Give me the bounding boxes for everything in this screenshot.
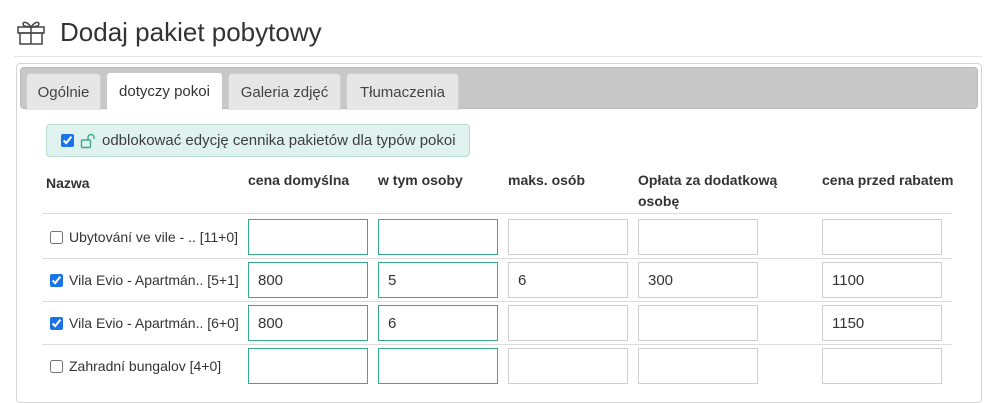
table-divider xyxy=(42,213,952,214)
tab-general[interactable]: Ogólnie xyxy=(26,73,101,110)
default-price-input[interactable] xyxy=(248,348,368,384)
row-divider xyxy=(42,301,952,302)
header-extra-fee: Opłata za dodatkową xyxy=(638,172,778,188)
pre-discount-input[interactable] xyxy=(822,262,942,298)
tab-gallery[interactable]: Galeria zdjęć xyxy=(228,73,341,110)
max-persons-input[interactable] xyxy=(508,262,628,298)
header-incl-persons: w tym osoby xyxy=(378,172,463,188)
row-checkbox[interactable] xyxy=(50,316,63,330)
header-max-persons: maks. osób xyxy=(508,172,586,188)
incl-persons-input[interactable] xyxy=(378,219,498,255)
header-name: Nazwa xyxy=(46,175,90,191)
table-row: Zahradní bungalov [4+0] xyxy=(50,356,221,376)
row-label: Ubytování ve vile - .. [11+0] xyxy=(69,229,238,245)
tab-translations[interactable]: Tłumaczenia xyxy=(346,73,459,110)
table-row: Vila Evio - Apartmán.. [5+1] xyxy=(50,270,239,290)
table-row: Vila Evio - Apartmán.. [6+0] xyxy=(50,313,239,333)
row-label: Vila Evio - Apartmán.. [5+1] xyxy=(69,272,239,288)
row-checkbox[interactable] xyxy=(50,273,63,287)
incl-persons-input[interactable] xyxy=(378,348,498,384)
tab-bar: Ogólnie dotyczy pokoi Galeria zdjęć Tłum… xyxy=(20,67,978,110)
table-row: Ubytování ve vile - .. [11+0] xyxy=(50,227,238,247)
row-divider xyxy=(42,258,952,259)
default-price-input[interactable] xyxy=(248,305,368,341)
tab-rooms[interactable]: dotyczy pokoi xyxy=(106,72,223,110)
row-label: Zahradní bungalov [4+0] xyxy=(69,358,222,374)
default-price-input[interactable] xyxy=(248,219,368,255)
page-title: Dodaj pakiet pobytowy xyxy=(60,16,322,47)
pre-discount-input[interactable] xyxy=(822,219,942,255)
unlock-checkbox[interactable] xyxy=(61,134,74,147)
extra-fee-input[interactable] xyxy=(638,262,758,298)
extra-fee-input[interactable] xyxy=(638,305,758,341)
incl-persons-input[interactable] xyxy=(378,305,498,341)
pre-discount-input[interactable] xyxy=(822,348,942,384)
header-default-price: cena domyślna xyxy=(248,172,350,188)
gift-box-icon xyxy=(17,21,45,45)
header-divider xyxy=(14,56,982,57)
row-divider xyxy=(42,344,952,345)
page-header: Dodaj pakiet pobytowy xyxy=(16,14,322,50)
row-label: Vila Evio - Apartmán.. [6+0] xyxy=(69,315,239,331)
extra-fee-input[interactable] xyxy=(638,219,758,255)
header-extra-fee-line2: osobę xyxy=(638,193,680,209)
unlock-icon xyxy=(80,133,95,148)
max-persons-input[interactable] xyxy=(508,219,628,255)
extra-fee-input[interactable] xyxy=(638,348,758,384)
row-checkbox[interactable] xyxy=(50,359,63,373)
row-checkbox[interactable] xyxy=(50,230,63,244)
max-persons-input[interactable] xyxy=(508,305,628,341)
default-price-input[interactable] xyxy=(248,262,368,298)
max-persons-input[interactable] xyxy=(508,348,628,384)
incl-persons-input[interactable] xyxy=(378,262,498,298)
unlock-notice: odblokować edycję cennika pakietów dla t… xyxy=(46,124,470,157)
content-panel: Ogólnie dotyczy pokoi Galeria zdjęć Tłum… xyxy=(16,63,982,403)
unlock-label: odblokować edycję cennika pakietów dla t… xyxy=(102,132,456,149)
header-pre-discount: cena przed rabatem xyxy=(822,172,954,188)
pre-discount-input[interactable] xyxy=(822,305,942,341)
